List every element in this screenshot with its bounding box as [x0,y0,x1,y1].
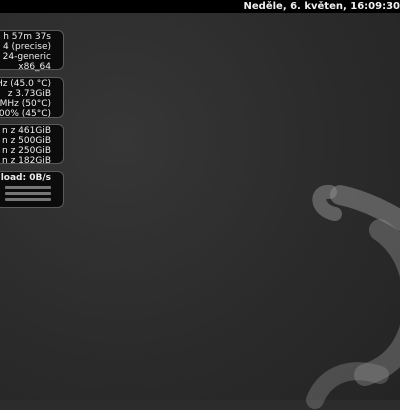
disk-row: n z 461GiB [2,126,51,136]
uptime-text: h 57m 37s [3,32,51,42]
network-panel: load: 0B/s [0,171,64,208]
network-graph-bar [5,198,51,201]
upload-speed-text: load: 0B/s [0,173,51,183]
arch-text: x86_64 [18,62,51,72]
disk-row: n z 500GiB [2,136,51,146]
network-graph-bar [5,192,51,195]
distro-text: 4 (precise) [2,42,51,52]
disks-panel: n z 461GiB n z 500GiB n z 250GiB n z 182… [0,124,64,166]
gpu-load-text: 00% (45°C) [0,109,51,119]
hardware-panel: Hz (45.0 °C) z 3.73GiB MHz (50°C) 00% (4… [0,77,64,119]
system-info-panel: h 57m 37s 4 (precise) 24-generic x86_64 [0,30,64,72]
wallpaper-logo [306,185,400,409]
clock[interactable]: Neděle, 6. květen, 16:09:30 [244,0,400,13]
ram-text: z 3.73GiB [7,89,51,99]
disk-row: n z 250GiB [2,146,51,156]
top-panel: Neděle, 6. květen, 16:09:30 [0,0,400,13]
gpu-text: MHz (50°C) [0,99,51,109]
network-graph-bar [5,186,51,189]
cpu-text: Hz (45.0 °C) [0,79,51,89]
kernel-text: 24-generic [2,52,51,62]
disk-row: n z 182GiB [2,156,51,166]
